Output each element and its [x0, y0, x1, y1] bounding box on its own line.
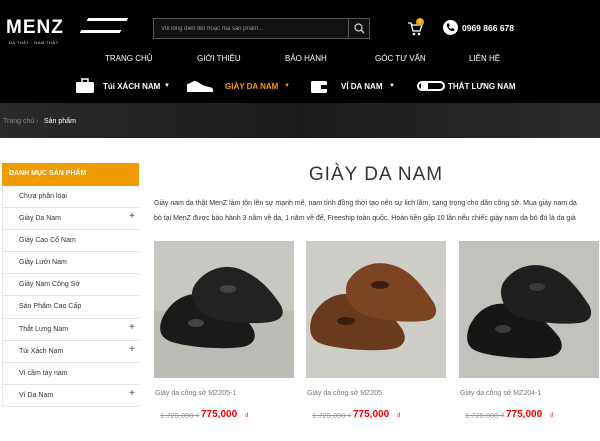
briefcase-icon [76, 78, 94, 93]
search-button[interactable] [348, 19, 369, 38]
category-shoes[interactable]: GIÀY DA NAM ▼ [185, 76, 293, 98]
search-input[interactable] [154, 19, 349, 38]
breadcrumb-current: Sản phẩm [44, 118, 76, 125]
product-image[interactable] [154, 241, 294, 378]
breadcrumb-separator: › [36, 118, 39, 125]
product-currency: ₫ [397, 411, 401, 420]
nav-advice[interactable]: GÓC TƯ VẤN [375, 54, 426, 63]
product-card[interactable]: Giày da công sở MZ205 1,720,000 ₫ 775,00… [306, 241, 446, 441]
expand-plus-icon[interactable]: + [129, 344, 135, 355]
breadcrumb-banner: Trang chủ › Sản phẩm [0, 103, 600, 138]
sidebar-item[interactable]: Giày Lười Nam [2, 252, 139, 275]
site-logo[interactable]: MENZ DA THẬT - NAM THẬT [6, 14, 129, 48]
category-label: GIÀY DA NAM [225, 82, 279, 91]
product-card[interactable]: Giày da công sở MZ205-1 1,720,000 ₫ 775,… [154, 241, 294, 441]
sidebar-item[interactable]: Giày Da Nam + [2, 208, 139, 231]
logo-z-mark [79, 18, 129, 33]
nav-contact[interactable]: LIÊN HỆ [469, 54, 500, 63]
expand-plus-icon[interactable]: + [129, 322, 135, 333]
search-box [153, 18, 370, 39]
site-header: MENZ DA THẬT - NAM THẬT 0 0969 866 678 T… [0, 0, 600, 103]
sidebar-item-label: Giày Lười Nam [19, 259, 67, 267]
sidebar-item-label: Sản Phẩm Cao Cấp [19, 303, 82, 311]
product-name[interactable]: Giày da công sở MZ205-1 [155, 390, 236, 397]
expand-plus-icon[interactable]: + [129, 211, 135, 222]
sidebar-item-label: Ví cầm tay nam [19, 369, 68, 377]
main-nav: TRANG CHỦ GIỚI THIỆU BẢO HÀNH GÓC TƯ VẤN… [0, 54, 600, 66]
sidebar-item-label: Chưa phân loại [19, 193, 67, 200]
chevron-down-icon: ▼ [284, 83, 290, 89]
sidebar-title: DANH MỤC SẢN PHẨM [2, 163, 139, 186]
phone-number: 0969 866 678 [462, 23, 514, 33]
nav-home[interactable]: TRANG CHỦ [105, 54, 153, 63]
nav-about[interactable]: GIỚI THIỆU [197, 54, 241, 63]
category-nav: Túi XÁCH NAM ▼ GIÀY DA NAM ▼ VÍ DA NAM ▼… [0, 76, 600, 98]
product-old-price: 1,720,000 ₫ [312, 411, 352, 420]
category-intro: Giày nam da thật MenZ làm tôn lên sự mạn… [154, 196, 600, 226]
sidebar-item[interactable]: Ví Da Nam + [2, 384, 139, 407]
product-price: 775,000 [506, 409, 543, 420]
category-bags[interactable]: Túi XÁCH NAM ▼ [75, 76, 175, 98]
product-old-price: 1,720,000 ₫ [465, 411, 505, 420]
category-label: VÍ DA NAM [341, 82, 383, 91]
belt-icon [417, 81, 445, 91]
product-card[interactable]: Giày da công sở MZ204-1 1,720,000 ₫ 775,… [459, 241, 599, 441]
intro-line: bò tại MenZ được bảo hành 3 năm về da, 1… [154, 215, 576, 222]
sidebar-item-label: Thắt Lưng Nam [19, 325, 69, 333]
wallet-icon [311, 81, 327, 93]
product-old-price: 1,720,000 ₫ [160, 411, 200, 420]
sidebar-item-label: Túi Xách Nam [19, 347, 64, 355]
page-title: GIÀY DA NAM [308, 164, 444, 185]
cart-count-badge: 0 [416, 18, 424, 26]
expand-plus-icon[interactable]: + [129, 388, 135, 399]
sidebar-item[interactable]: Sản Phẩm Cao Cấp [2, 296, 139, 319]
cart-button[interactable]: 0 [407, 18, 427, 37]
sidebar-item[interactable]: Thắt Lưng Nam + [2, 318, 139, 341]
shoe-icon [187, 81, 213, 92]
breadcrumb-home[interactable]: Trang chủ [3, 118, 34, 125]
chevron-down-icon: ▼ [164, 83, 170, 89]
search-icon [354, 23, 365, 34]
product-currency: ₫ [245, 411, 249, 420]
logo-wordmark: MENZ [6, 17, 64, 38]
logo-tagline: DA THẬT - NAM THẬT [9, 40, 59, 45]
product-name[interactable]: Giày da công sở MZ204-1 [460, 390, 541, 397]
intro-line: Giày nam da thật MenZ làm tôn lên sự mạn… [154, 200, 577, 207]
phone-icon [443, 20, 458, 35]
sidebar-item-label: Ví Da Nam [19, 391, 54, 399]
category-wallets[interactable]: VÍ DA NAM ▼ [310, 76, 400, 98]
product-currency: ₫ [550, 411, 554, 420]
sidebar-item-label: Giày Nam Công Sở [19, 281, 81, 289]
sidebar-item[interactable]: Giày Nam Công Sở [2, 274, 139, 297]
category-belts[interactable]: THẮT LƯNG NAM [417, 76, 517, 98]
category-label: THẮT LƯNG NAM [448, 82, 516, 91]
sidebar-item-label: Giày Da Nam [19, 215, 62, 223]
category-label: Túi XÁCH NAM [103, 82, 161, 91]
sidebar-item[interactable]: Giày Cao Cổ Nam [2, 230, 139, 253]
sidebar-item[interactable]: Chưa phân loại [2, 186, 139, 209]
nav-warranty[interactable]: BẢO HÀNH [285, 54, 327, 63]
product-name[interactable]: Giày da công sở MZ205 [307, 390, 382, 397]
sidebar-item[interactable]: Túi Xách Nam + [2, 340, 139, 363]
sidebar-item-label: Giày Cao Cổ Nam [19, 237, 76, 245]
product-price: 775,000 [201, 409, 238, 420]
chevron-down-icon: ▼ [389, 83, 395, 89]
category-sidebar: DANH MỤC SẢN PHẨM Chưa phân loại Giày Da… [2, 163, 139, 407]
product-price: 775,000 [353, 409, 390, 420]
product-image[interactable] [306, 241, 446, 378]
sidebar-item[interactable]: Ví cầm tay nam [2, 362, 139, 385]
product-image[interactable] [459, 241, 599, 378]
